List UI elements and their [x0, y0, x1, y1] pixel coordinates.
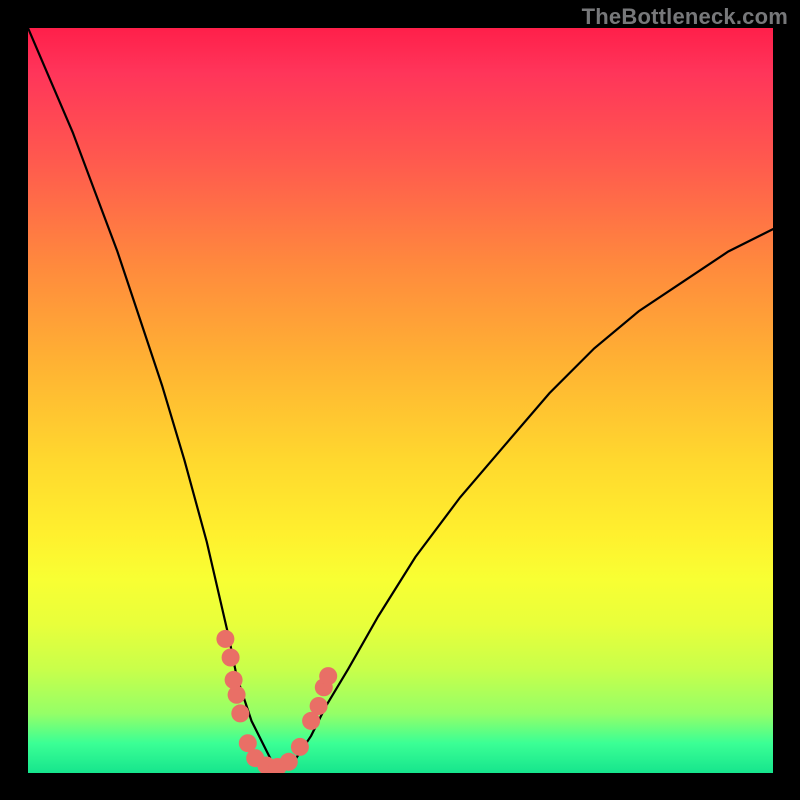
highlight-dot: [291, 738, 309, 756]
highlight-dot: [231, 704, 249, 722]
bottleneck-curve: [28, 28, 773, 766]
highlight-dot: [216, 630, 234, 648]
highlight-dot: [280, 753, 298, 771]
highlight-dots-group: [216, 630, 337, 773]
highlight-dot: [310, 697, 328, 715]
highlight-dot: [225, 671, 243, 689]
highlight-dot: [222, 649, 240, 667]
highlight-dot: [319, 667, 337, 685]
chart-overlay: [28, 28, 773, 773]
watermark-text: TheBottleneck.com: [582, 4, 788, 30]
highlight-dot: [228, 686, 246, 704]
chart-container: TheBottleneck.com: [0, 0, 800, 800]
